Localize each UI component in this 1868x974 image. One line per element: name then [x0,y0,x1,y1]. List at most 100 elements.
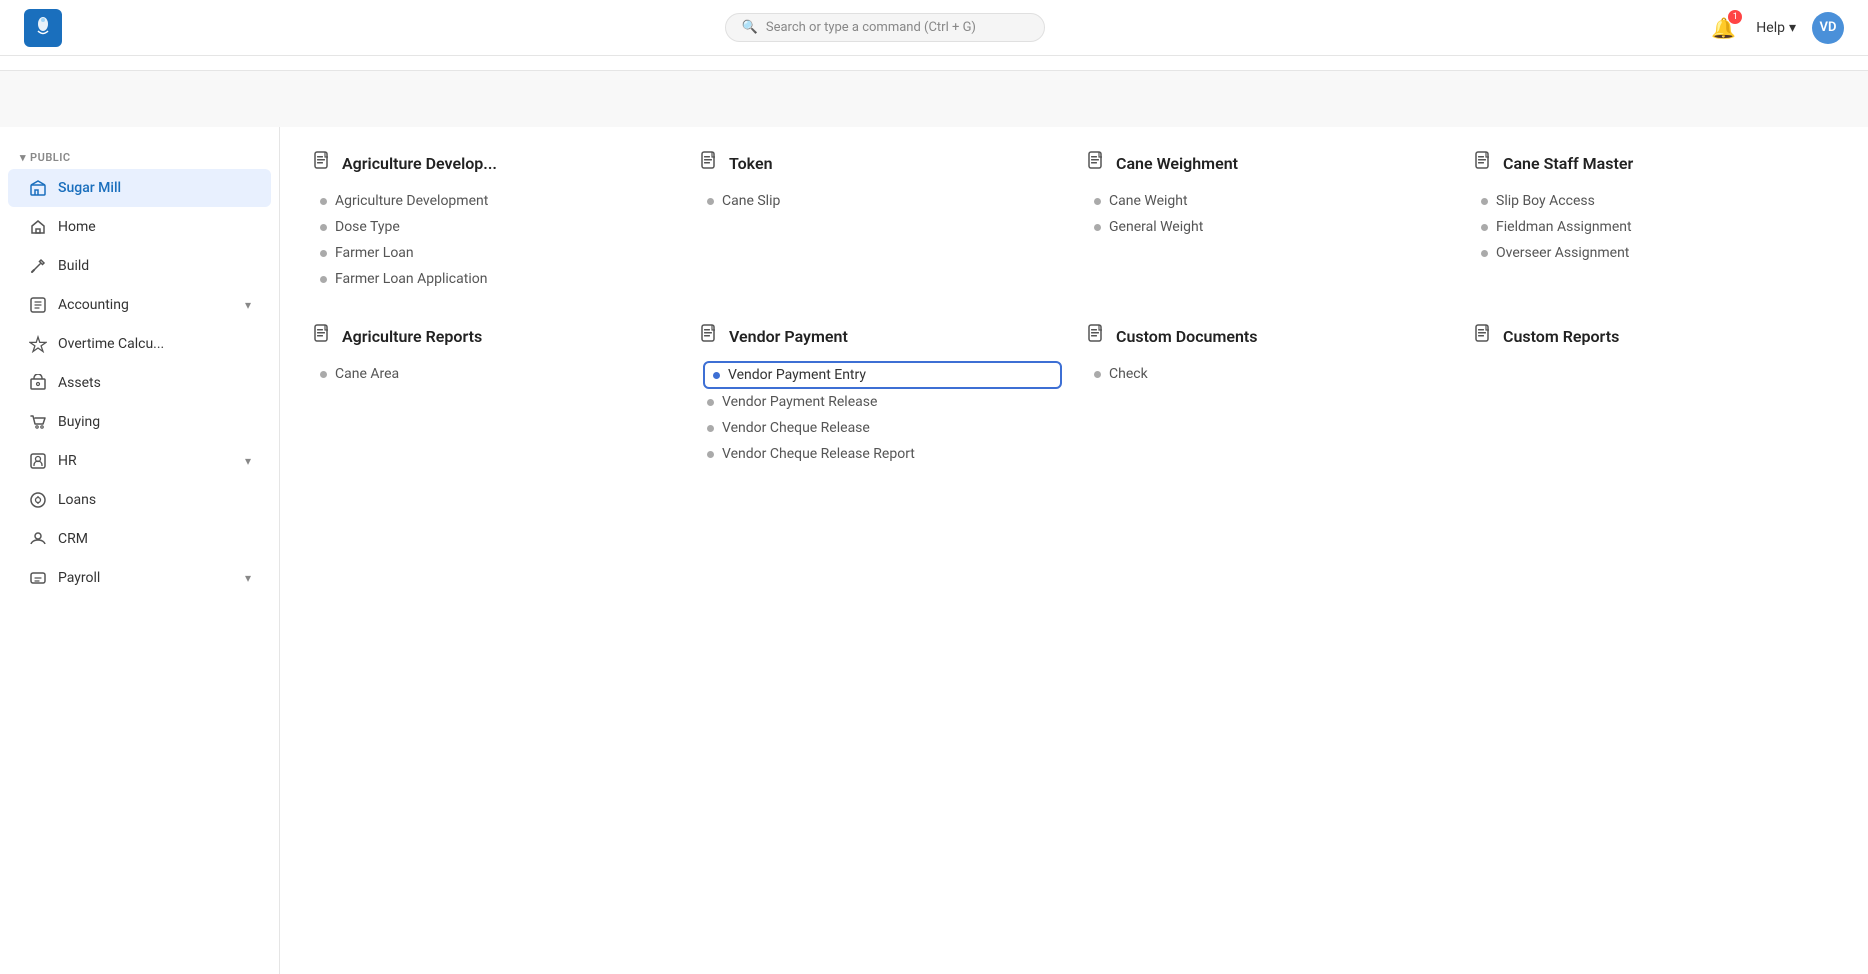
module-title-text: Cane Staff Master [1503,154,1633,173]
sidebar-item-label: Buying [58,414,251,430]
module-section-custom-reports: Custom Reports [1473,324,1836,467]
bullet-icon [320,371,327,378]
bullet-icon [1094,224,1101,231]
sidebar-item-build[interactable]: Build [8,247,271,285]
topnav-center: 🔍 Search or type a command (Ctrl + G) [62,13,1707,42]
help-label: Help [1756,20,1785,36]
sidebar-item-label: CRM [58,531,251,547]
module-item[interactable]: Cane Area [316,361,675,387]
module-items-list: Vendor Payment Entry Vendor Payment Relea… [699,361,1062,467]
module-item[interactable]: Vendor Payment Release [703,389,1062,415]
sidebar-item-assets[interactable]: Assets [8,364,271,402]
sidebar-item-sugar-mill[interactable]: Sugar Mill [8,169,271,207]
bullet-icon [1481,250,1488,257]
module-item[interactable]: Agriculture Development [316,188,675,214]
module-item[interactable]: Vendor Cheque Release [703,415,1062,441]
module-item[interactable]: Fieldman Assignment [1477,214,1836,240]
module-item[interactable]: Dose Type [316,214,675,240]
document-icon [312,324,332,349]
sidebar-item-accounting[interactable]: Accounting ▾ [8,286,271,324]
document-icon [1473,324,1493,349]
module-item-label: Vendor Cheque Release [722,420,870,436]
assets-icon [28,373,48,393]
sidebar-item-label: Loans [58,492,251,508]
document-icon [699,324,719,349]
home-icon [28,217,48,237]
sidebar-item-label: HR [58,453,235,469]
module-title-text: Token [729,154,773,173]
topnav: 🔍 Search or type a command (Ctrl + G) 🔔 … [0,0,1868,56]
module-item-label: Cane Slip [722,193,780,209]
chevron-down-icon: ▾ [245,298,251,312]
user-avatar[interactable]: VD [1812,12,1844,44]
layout: ▾ PUBLIC Sugar Mill Home [0,127,1868,974]
hr-icon [28,451,48,471]
module-item[interactable]: Vendor Payment Entry [703,361,1062,389]
module-item[interactable]: Cane Weight [1090,188,1449,214]
help-button[interactable]: Help ▾ [1756,20,1796,36]
sidebar-item-hr[interactable]: HR ▾ [8,442,271,480]
module-item[interactable]: Farmer Loan [316,240,675,266]
module-items-list: Slip Boy Access Fieldman Assignment Overse… [1473,188,1836,266]
module-section-vendor-payment: Vendor Payment Vendor Payment EntryVendo… [699,324,1062,467]
app-logo[interactable] [24,9,62,47]
module-title-text: Agriculture Develop... [342,154,497,173]
sidebar-item-buying[interactable]: Buying [8,403,271,441]
module-item[interactable]: Cane Slip [703,188,1062,214]
module-item[interactable]: Vendor Cheque Release Report [703,441,1062,467]
main-content: Agriculture Develop... Agriculture Devel… [280,127,1868,974]
loans-icon [28,490,48,510]
module-section-cane-weighment: Cane Weighment Cane WeightGeneral Weight [1086,151,1449,292]
sidebar-section-label: ▾ PUBLIC [0,143,279,168]
sidebar-item-overtime[interactable]: Overtime Calcu... [8,325,271,363]
bullet-icon [713,372,720,379]
module-title-text: Agriculture Reports [342,327,482,346]
module-item-label: Farmer Loan Application [335,271,487,287]
bullet-icon [320,224,327,231]
logo-image [24,9,62,47]
module-item-label: Vendor Cheque Release Report [722,446,915,462]
chevron-down-icon: ▾ [20,151,26,164]
module-item-label: Farmer Loan [335,245,414,261]
topnav-right: 🔔 1 Help ▾ VD [1707,12,1844,44]
accounting-icon [28,295,48,315]
bullet-icon [707,399,714,406]
module-item-label: Vendor Payment Release [722,394,877,410]
module-section-token: Token Cane Slip [699,151,1062,292]
module-item[interactable]: Check [1090,361,1449,387]
module-title-text: Cane Weighment [1116,154,1238,173]
module-item-label: Fieldman Assignment [1496,219,1632,235]
module-item-label: Vendor Payment Entry [728,367,866,383]
sidebar-item-label: Build [58,258,251,274]
module-title-text: Custom Reports [1503,327,1619,346]
module-item[interactable]: Farmer Loan Application [316,266,675,292]
module-title-text: Custom Documents [1116,327,1258,346]
sidebar-item-home[interactable]: Home [8,208,271,246]
module-item[interactable]: General Weight [1090,214,1449,240]
topnav-left [24,9,62,47]
module-items-list: Check [1086,361,1449,387]
module-section-custom-documents: Custom Documents Check [1086,324,1449,467]
bullet-icon [707,451,714,458]
document-icon [1086,324,1106,349]
sidebar-item-loans[interactable]: Loans [8,481,271,519]
chevron-down-icon: ▾ [1789,20,1796,36]
module-title: Cane Staff Master [1473,151,1836,176]
build-icon [28,256,48,276]
sidebar-item-label: Assets [58,375,251,391]
chevron-down-icon: ▾ [245,571,251,585]
document-icon [1473,151,1493,176]
sidebar-item-payroll[interactable]: Payroll ▾ [8,559,271,597]
module-section-cane-staff-master: Cane Staff Master Slip Boy Access Fieldma… [1473,151,1836,292]
sidebar-item-crm[interactable]: CRM [8,520,271,558]
search-bar[interactable]: 🔍 Search or type a command (Ctrl + G) [725,13,1045,42]
module-items-list: Cane Slip [699,188,1062,214]
module-title: Cane Weighment [1086,151,1449,176]
module-item-label: Overseer Assignment [1496,245,1629,261]
module-item-label: Check [1109,366,1148,382]
notification-button[interactable]: 🔔 1 [1707,12,1740,44]
bullet-icon [707,198,714,205]
module-item[interactable]: Slip Boy Access [1477,188,1836,214]
bullet-icon [1481,224,1488,231]
module-item[interactable]: Overseer Assignment [1477,240,1836,266]
